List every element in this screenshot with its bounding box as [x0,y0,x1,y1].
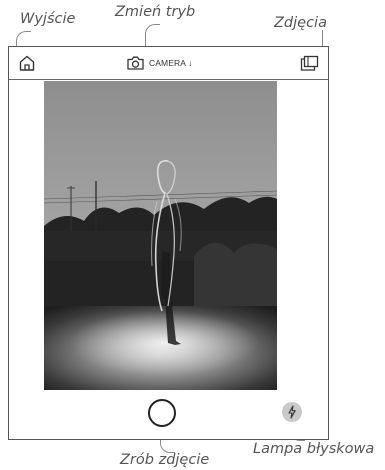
annotation-flash: Lampa błyskowa [253,441,375,457]
camera-icon [127,56,144,70]
camera-screen: CAMERA ↓ [8,46,329,440]
gallery-icon[interactable] [300,55,319,72]
shutter-button[interactable] [148,399,176,427]
annotation-capture: Zrób zdjęcie [120,452,210,468]
annotation-exit: Wyjście [20,11,76,27]
flash-button[interactable] [282,402,302,422]
lightning-bolt-icon [288,405,296,419]
top-bar: CAMERA ↓ [9,47,328,80]
mode-switch[interactable]: CAMERA ↓ [127,55,192,71]
viewfinder-preview [44,81,277,390]
mode-label: CAMERA ↓ [149,58,193,68]
annotation-photos: Zdjęcia [274,15,327,31]
home-icon[interactable] [18,54,36,72]
annotation-change-mode: Zmień tryb [115,4,196,20]
